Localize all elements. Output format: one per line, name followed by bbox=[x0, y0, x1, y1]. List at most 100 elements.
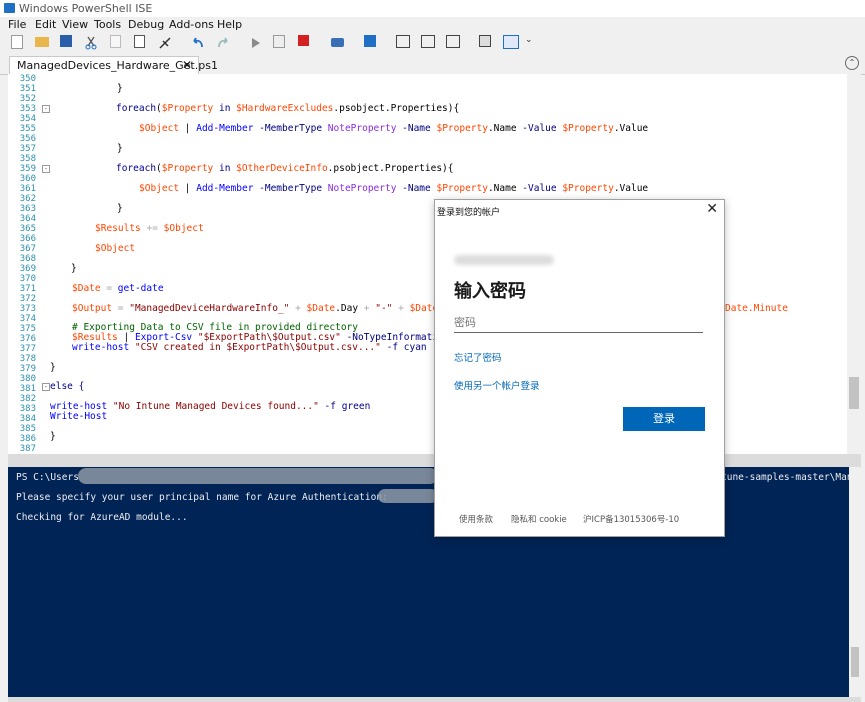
sign-in-dialog: 登录到您的帐户 ✕ 输入密码 忘记了密码 使用另一个帐户登录 登录 使用条款 隐… bbox=[434, 199, 725, 537]
privacy-link[interactable]: 隐私和 cookie bbox=[511, 513, 567, 525]
code-token: NoteProperty bbox=[327, 183, 397, 194]
forgot-password-link[interactable]: 忘记了密码 bbox=[454, 350, 502, 364]
console-prompt: PS C:\Users bbox=[16, 472, 79, 483]
menu-view[interactable]: View bbox=[62, 18, 88, 31]
show-command-window-icon[interactable] bbox=[479, 35, 491, 47]
fold-toggle-icon[interactable]: - bbox=[42, 165, 50, 173]
line-number: 382 bbox=[19, 394, 36, 404]
sign-in-button[interactable]: 登录 bbox=[623, 407, 705, 431]
code-token: + bbox=[392, 303, 410, 314]
password-field[interactable] bbox=[454, 313, 703, 333]
start-powershell-icon[interactable] bbox=[364, 35, 376, 47]
code-token: } bbox=[117, 83, 123, 94]
code-token: } bbox=[71, 263, 77, 274]
fold-toggle-icon[interactable]: - bbox=[42, 105, 50, 113]
cut-icon[interactable] bbox=[85, 35, 97, 50]
line-number-gutter: 350 351 352 353 354 355 356 357 358 359 … bbox=[8, 74, 40, 454]
show-script-top-icon[interactable] bbox=[396, 35, 410, 48]
line-number: 369 bbox=[19, 264, 36, 274]
run-icon[interactable] bbox=[249, 35, 263, 49]
code-token: .psobject.Properties){ bbox=[327, 163, 454, 174]
code-token: | bbox=[179, 183, 197, 194]
console-path-tail: tune-samples-master\Man bbox=[721, 472, 849, 483]
show-script-right-icon[interactable] bbox=[421, 35, 435, 48]
menu-bar: File Edit View Tools Debug Add-ons Help bbox=[0, 17, 865, 32]
code-line-359: foreach($Property in $OtherDeviceInfo.ps… bbox=[116, 163, 454, 174]
collapse-script-pane-icon[interactable]: ⌃ bbox=[845, 56, 859, 70]
line-number: 377 bbox=[19, 344, 36, 354]
code-token: $Results bbox=[95, 223, 141, 234]
run-selection-icon[interactable] bbox=[273, 35, 285, 48]
menu-file[interactable]: File bbox=[8, 18, 26, 31]
menu-tools[interactable]: Tools bbox=[94, 18, 121, 31]
icp-link[interactable]: 沪ICP备13015306号-10 bbox=[583, 513, 679, 525]
code-line-386: } bbox=[50, 431, 56, 442]
close-tab-icon[interactable]: ✕ bbox=[182, 58, 192, 72]
line-number: 361 bbox=[19, 184, 36, 194]
line-number: 381 bbox=[19, 384, 36, 394]
code-token: Add-Member bbox=[196, 183, 254, 194]
code-line-357: } bbox=[117, 143, 123, 154]
undo-icon[interactable] bbox=[191, 35, 205, 49]
show-script-maximized-icon[interactable] bbox=[446, 35, 460, 48]
code-token: "ManagedDeviceHardwareInfo_" bbox=[129, 303, 290, 314]
console-line: Please specify your user principal name … bbox=[16, 492, 388, 503]
line-number: 373 bbox=[19, 304, 36, 314]
editor-scrollbar[interactable] bbox=[847, 74, 861, 454]
tab-managed-devices-script[interactable]: ManagedDevices_Hardware_Get.ps1 ✕ bbox=[9, 56, 218, 74]
fold-toggle-icon[interactable]: - bbox=[42, 383, 50, 391]
terms-link[interactable]: 使用条款 bbox=[459, 513, 493, 525]
line-number: 371 bbox=[19, 284, 36, 294]
redo-icon[interactable] bbox=[216, 35, 230, 49]
line-number: 352 bbox=[19, 94, 36, 104]
code-token: -f bbox=[318, 401, 342, 412]
menu-debug[interactable]: Debug bbox=[128, 18, 164, 31]
menu-edit[interactable]: Edit bbox=[35, 18, 56, 31]
code-line-363: } bbox=[117, 203, 123, 214]
console-hscrollbar[interactable] bbox=[8, 697, 861, 702]
line-number: 374 bbox=[19, 314, 36, 324]
code-token: Date.Minute bbox=[725, 303, 788, 314]
code-token: .Value bbox=[613, 123, 649, 134]
toolbar-overflow-icon[interactable]: ⌄ bbox=[525, 35, 539, 49]
clear-icon[interactable] bbox=[158, 35, 172, 49]
close-icon[interactable]: ✕ bbox=[706, 201, 718, 217]
line-number: 356 bbox=[19, 134, 36, 144]
code-token: } bbox=[50, 431, 56, 442]
console-scrollbar[interactable] bbox=[849, 467, 861, 697]
code-token: -f bbox=[380, 342, 404, 353]
redacted-blur bbox=[378, 489, 438, 503]
code-token: } bbox=[117, 203, 123, 214]
line-number: 353 bbox=[19, 104, 36, 114]
line-number: 363 bbox=[19, 204, 36, 214]
copy-icon[interactable] bbox=[110, 35, 121, 48]
code-token: + bbox=[289, 303, 307, 314]
window-title: Windows PowerShell ISE bbox=[19, 2, 153, 15]
menu-help[interactable]: Help bbox=[217, 18, 242, 31]
line-number: 357 bbox=[19, 144, 36, 154]
line-number: 372 bbox=[19, 294, 36, 304]
code-token: $Object bbox=[95, 243, 136, 254]
paste-icon[interactable] bbox=[134, 35, 145, 48]
remote-powershell-icon[interactable] bbox=[331, 38, 344, 47]
code-token: .Name bbox=[487, 123, 517, 134]
code-token: green bbox=[341, 401, 371, 412]
editor-scroll-thumb[interactable] bbox=[849, 377, 859, 409]
code-token: $Property bbox=[562, 183, 614, 194]
menu-addons[interactable]: Add-ons bbox=[169, 18, 214, 31]
code-token: .Name bbox=[487, 183, 517, 194]
code-token: $HardwareExcludes bbox=[236, 103, 334, 114]
line-number: 376 bbox=[19, 334, 36, 344]
save-icon[interactable] bbox=[60, 35, 72, 47]
open-folder-icon[interactable] bbox=[35, 37, 49, 47]
new-file-icon[interactable] bbox=[11, 35, 23, 49]
line-number: 375 bbox=[19, 324, 36, 334]
stop-icon[interactable] bbox=[298, 35, 309, 46]
code-token: $Property bbox=[436, 183, 488, 194]
line-number: 365 bbox=[19, 224, 36, 234]
show-command-addon-icon[interactable] bbox=[503, 35, 519, 49]
code-token: $Date bbox=[72, 283, 101, 294]
console-scroll-thumb[interactable] bbox=[851, 647, 859, 677]
line-number: 386 bbox=[19, 434, 36, 444]
use-another-account-link[interactable]: 使用另一个帐户登录 bbox=[454, 378, 540, 392]
